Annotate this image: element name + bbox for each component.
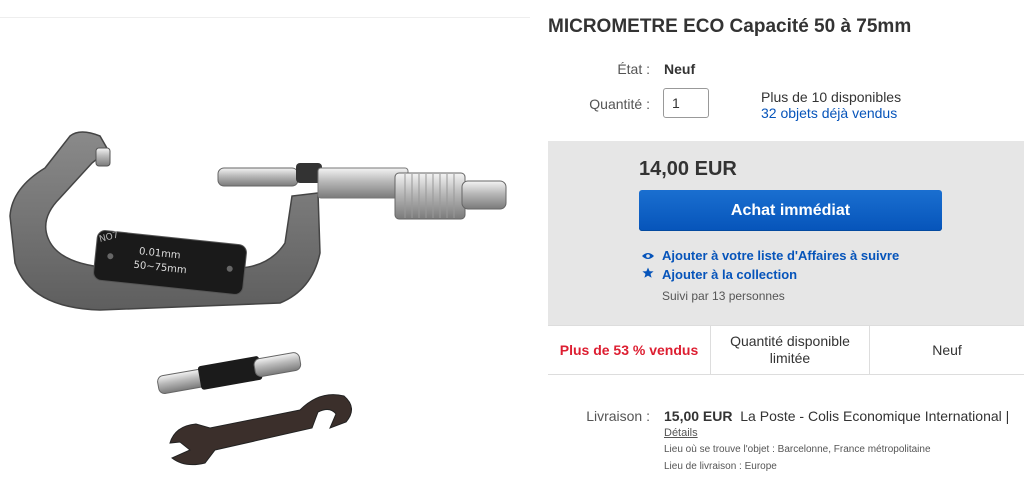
quantity-label: Quantité : xyxy=(589,96,650,112)
ships-to: Lieu de livraison : Europe xyxy=(664,461,777,472)
limited-quantity-highlight: Quantité disponible limitée xyxy=(710,326,870,374)
item-location: Lieu où se trouve l'objet : Barcelonne, … xyxy=(664,444,931,455)
add-to-watchlist-link[interactable]: Ajouter à votre liste d'Affaires à suivr… xyxy=(641,248,899,263)
buy-box xyxy=(548,141,1024,325)
condition-highlight: Neuf xyxy=(932,341,962,358)
product-title: MICROMETRE ECO Capacité 50 à 75mm xyxy=(548,16,912,37)
quantity-input[interactable] xyxy=(663,88,709,118)
micrometer-illustration: 0.01mm 50~75mm NO7 xyxy=(9,131,507,466)
availability-text: Plus de 10 disponibles xyxy=(761,89,902,105)
collection-label: Ajouter à la collection xyxy=(662,267,798,282)
sold-percent-highlight: Plus de 53 % vendus xyxy=(559,341,699,358)
condition-value: Neuf xyxy=(664,61,696,77)
watchlist-label: Ajouter à votre liste d'Affaires à suivr… xyxy=(662,248,900,263)
shipping-service: La Poste - Colis Economique Internationa… xyxy=(740,408,1010,424)
shipping-cost: 15,00 EUR xyxy=(664,408,733,424)
highlights-bar: Plus de 53 % vendus Quantité disponible … xyxy=(548,325,1024,375)
price: 14,00 EUR xyxy=(639,158,737,180)
shipping-info: 15,00 EUR La Poste - Colis Economique In… xyxy=(664,408,1009,424)
followers-count: Suivi par 13 personnes xyxy=(662,289,785,303)
product-image[interactable]: 0.01mm 50~75mm NO7 xyxy=(0,18,530,480)
star-icon xyxy=(641,267,655,282)
sold-count-link[interactable]: 32 objets déjà vendus xyxy=(761,105,897,121)
condition-label: État : xyxy=(617,61,650,77)
shipping-details-link[interactable]: Détails xyxy=(664,427,698,439)
buy-now-button[interactable]: Achat immédiat xyxy=(639,190,942,231)
add-to-collection-link[interactable]: Ajouter à la collection xyxy=(641,267,797,282)
eye-icon xyxy=(641,248,655,263)
shipping-label: Livraison : xyxy=(586,408,650,424)
